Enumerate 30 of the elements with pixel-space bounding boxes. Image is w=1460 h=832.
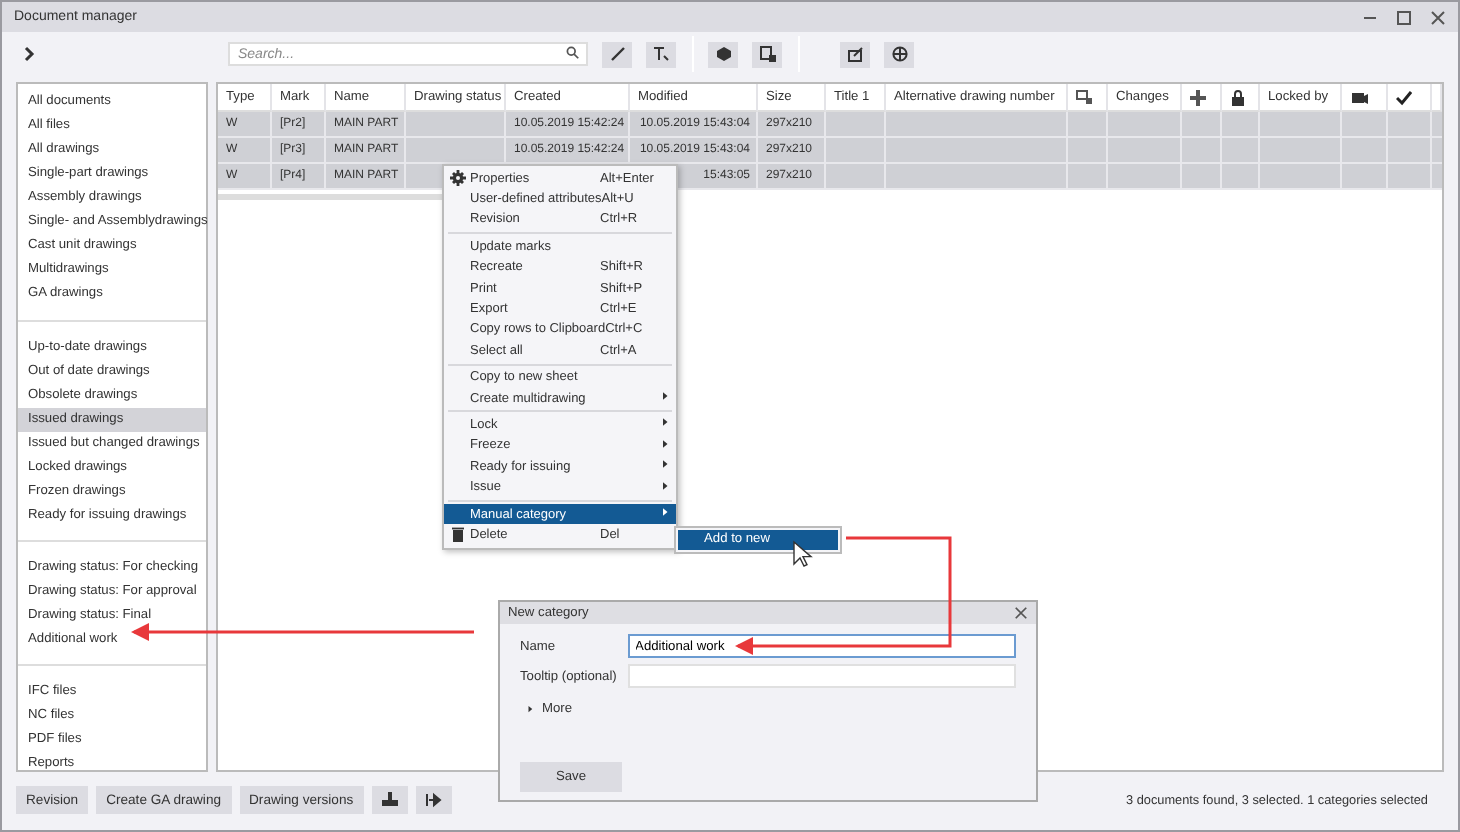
lock-icon xyxy=(1230,89,1246,105)
shape-button[interactable] xyxy=(708,41,738,67)
monitor-icon xyxy=(1076,89,1092,105)
close-icon xyxy=(1430,9,1446,25)
frame-icon xyxy=(847,46,863,62)
chevron-icon xyxy=(22,46,38,62)
frame-button[interactable] xyxy=(840,41,870,67)
text-cursor-icon xyxy=(653,46,669,62)
close-icon xyxy=(1014,606,1028,620)
globe-icon xyxy=(891,46,907,62)
pencil-icon xyxy=(609,46,625,62)
edit-button[interactable] xyxy=(602,41,632,67)
gear-icon xyxy=(449,170,465,187)
stamp-icon xyxy=(381,792,398,808)
stamp-button[interactable] xyxy=(371,786,408,814)
camera-icon xyxy=(1350,89,1370,105)
sheet-icon xyxy=(759,46,775,62)
arrow-right-icon xyxy=(425,792,442,808)
trash-icon xyxy=(449,526,465,543)
expander-icon xyxy=(526,704,536,714)
check-icon xyxy=(1396,89,1412,105)
sheet-button[interactable] xyxy=(752,41,782,67)
hexagon-icon xyxy=(715,46,731,62)
maximize-icon xyxy=(1396,9,1412,25)
input-field[interactable] xyxy=(627,664,1016,688)
search-icon xyxy=(566,46,580,60)
globe-button[interactable] xyxy=(884,41,914,67)
cross-icon xyxy=(1190,89,1206,105)
text-button[interactable] xyxy=(646,41,676,67)
export-button[interactable] xyxy=(415,786,452,814)
